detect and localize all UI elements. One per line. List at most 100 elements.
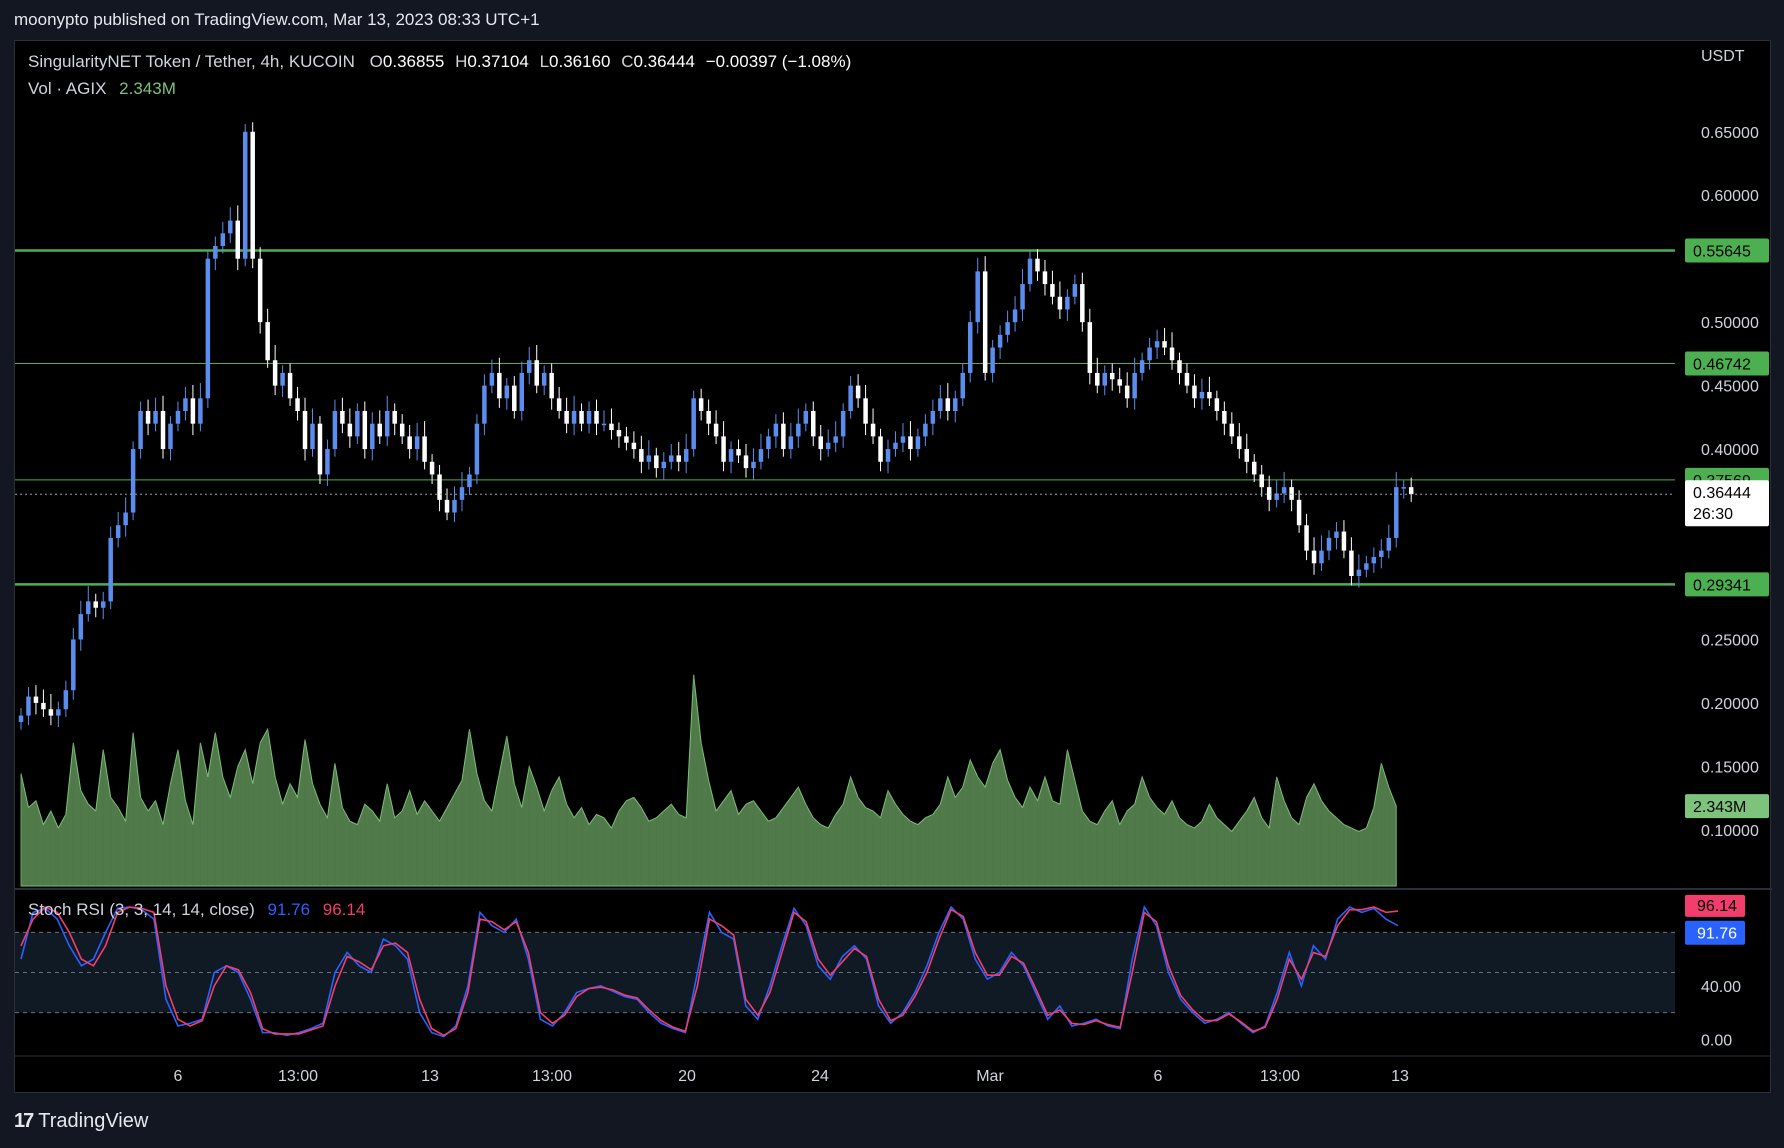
time-tick-label: 20 xyxy=(678,1068,696,1085)
candle-body xyxy=(347,423,353,437)
candle-body xyxy=(1364,563,1369,570)
ohlc-close-label: C xyxy=(621,52,634,71)
volume-value: 2.343M xyxy=(119,79,176,98)
candle-body xyxy=(1311,550,1317,564)
candle-body xyxy=(26,696,31,716)
candle-body xyxy=(1281,487,1287,494)
candle-body xyxy=(1117,379,1122,386)
candle-body xyxy=(825,442,831,450)
price-axis-unit: USDT xyxy=(1701,48,1745,65)
price-tick-label: 0.40000 xyxy=(1701,442,1759,459)
candle-body xyxy=(1207,391,1212,399)
candle-body xyxy=(900,436,906,443)
candle-body xyxy=(953,398,958,411)
rsi-d-tag-label: 96.14 xyxy=(1697,898,1737,915)
candle-body xyxy=(377,423,383,437)
time-tick-label: 6 xyxy=(1154,1068,1163,1085)
candle-body xyxy=(967,322,973,373)
candle-body xyxy=(698,398,704,411)
candle-body xyxy=(1229,423,1235,437)
candle-body xyxy=(168,423,173,450)
candle-body xyxy=(1042,271,1048,285)
candle-body xyxy=(18,715,24,722)
candle-body xyxy=(743,455,749,469)
candle-body xyxy=(796,423,801,437)
candle-body xyxy=(654,455,659,469)
candle-body xyxy=(332,411,338,450)
candle-body xyxy=(915,436,921,450)
time-tick-label: 13:00 xyxy=(532,1068,572,1085)
candle-body xyxy=(183,398,188,411)
candle-body xyxy=(145,411,151,424)
time-tick-label: 13:00 xyxy=(278,1068,318,1085)
rsi-tick-label: 40.00 xyxy=(1701,979,1741,996)
candle-body xyxy=(1035,258,1040,272)
candle-body xyxy=(803,411,809,424)
candle-body xyxy=(579,411,584,424)
price-tick-label: 0.25000 xyxy=(1701,632,1759,649)
candle-body xyxy=(1319,550,1324,564)
candle-body xyxy=(138,411,143,450)
symbol-legend[interactable]: SingularityNET Token / Tether, 4h, KUCOI… xyxy=(28,52,851,72)
candle-body xyxy=(713,423,719,437)
candle-body xyxy=(923,423,928,437)
candle-body xyxy=(1154,341,1160,348)
tradingview-icon: 17 xyxy=(14,1110,34,1132)
price-tick-label: 0.15000 xyxy=(1701,759,1759,776)
chart-canvas[interactable]: 0.65000 0.60000 0.50000 0.45000 0.40000 0.250… xyxy=(15,41,1772,1094)
price-pane[interactable] xyxy=(15,122,1675,730)
candle-body xyxy=(893,442,898,450)
candle-body xyxy=(833,436,838,443)
candle-body xyxy=(63,690,69,710)
time-tick-label: 13 xyxy=(421,1068,439,1085)
stoch-rsi-legend[interactable]: Stoch RSI (3, 3, 14, 14, close) 91.76 96… xyxy=(28,900,365,920)
candle-body xyxy=(228,220,233,234)
rsi-k-tag-label: 91.76 xyxy=(1697,926,1737,943)
candle-body xyxy=(280,372,285,386)
tradingview-brand: TradingView xyxy=(38,1110,149,1132)
candle-body xyxy=(205,258,211,399)
candle-body xyxy=(1251,461,1257,475)
candle-body xyxy=(220,233,226,246)
candle-body xyxy=(885,449,891,462)
candle-body xyxy=(534,360,539,386)
candle-body xyxy=(198,398,203,424)
candle-body xyxy=(257,258,263,323)
symbol-title[interactable]: SingularityNET Token / Tether, 4h, KUCOI… xyxy=(28,52,355,71)
candle-body xyxy=(840,411,846,437)
volume-label: Vol · AGIX xyxy=(28,79,107,98)
candle-body xyxy=(414,436,420,450)
candle-body xyxy=(1394,487,1399,538)
tradingview-logo[interactable]: 17 TradingView xyxy=(14,1110,148,1133)
ohlc-low-value: 0.36160 xyxy=(549,52,611,71)
candle-body xyxy=(78,614,84,640)
candle-body xyxy=(1162,341,1167,348)
candle-body xyxy=(586,411,592,424)
candle-body xyxy=(265,322,270,361)
candle-body xyxy=(444,499,450,513)
candle-body xyxy=(1050,284,1055,297)
candle-body xyxy=(482,385,487,424)
candle-body xyxy=(48,709,54,716)
volume-legend[interactable]: Vol · AGIX 2.343M xyxy=(28,79,176,99)
chart-frame[interactable]: 0.65000 0.60000 0.50000 0.45000 0.40000 0.250… xyxy=(14,40,1772,1094)
candle-body xyxy=(422,436,427,462)
candle-body xyxy=(676,455,681,462)
axis-layer[interactable]: 0.65000 0.60000 0.50000 0.45000 0.40000 0.250… xyxy=(15,48,1772,1085)
candle-body xyxy=(811,411,816,437)
candle-body xyxy=(975,271,980,323)
candle-body xyxy=(250,131,255,259)
candle-body xyxy=(1379,550,1384,557)
candle-body xyxy=(1334,531,1339,538)
publisher-line: moonypto published on TradingView.com, M… xyxy=(14,10,540,29)
candle-body xyxy=(213,246,218,259)
candle-body xyxy=(512,385,517,411)
candle-body xyxy=(41,702,46,710)
candle-body xyxy=(990,347,995,373)
candle-body xyxy=(1356,569,1362,576)
candle-body xyxy=(33,696,39,703)
candle-body xyxy=(1222,411,1227,424)
candle-body xyxy=(242,131,248,259)
time-tick-label: Mar xyxy=(976,1068,1004,1085)
candle-body xyxy=(325,449,330,475)
